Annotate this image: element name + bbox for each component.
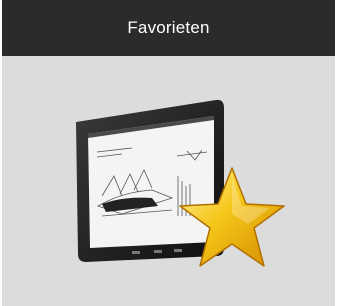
page-title: Favorieten (127, 18, 210, 37)
tablet-with-favorite-star-icon (76, 99, 285, 267)
tablet-icon (76, 99, 224, 263)
favorites-panel: Favorieten (2, 0, 335, 306)
header-bar: Favorieten (2, 0, 335, 56)
favorites-illustration[interactable] (2, 56, 335, 306)
